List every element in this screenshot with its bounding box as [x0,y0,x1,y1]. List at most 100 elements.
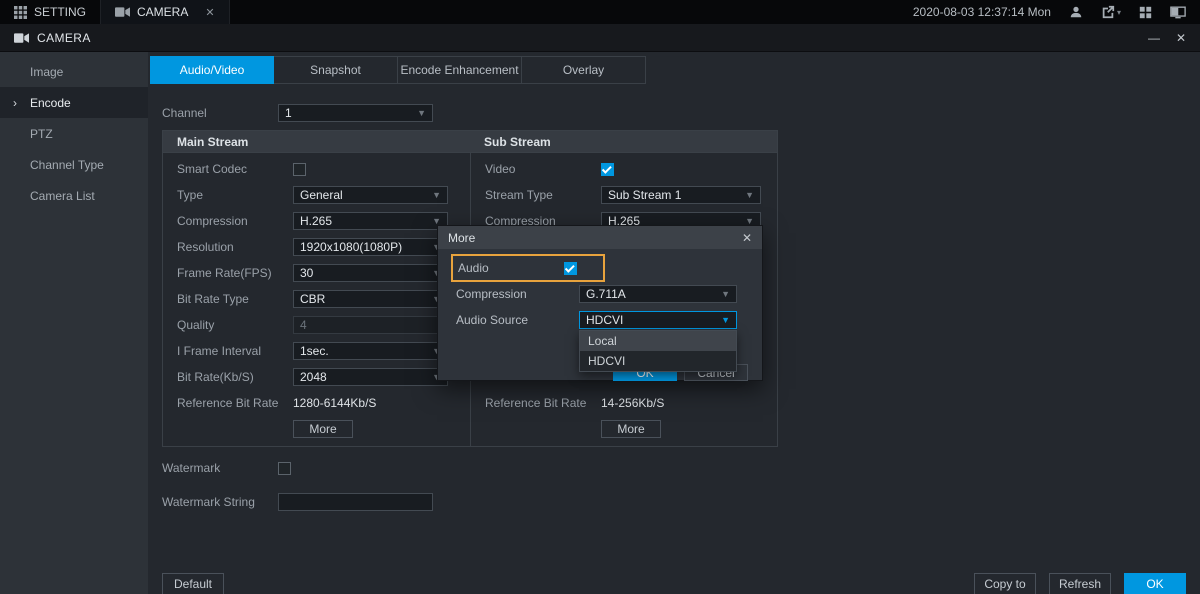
smart-codec-checkbox[interactable] [293,163,306,176]
type-value: General [300,188,432,202]
more-dialog-title-bar: More ✕ [438,226,762,249]
tab-audio-video[interactable]: Audio/Video [150,56,274,84]
resolution-label: Resolution [177,240,293,254]
resolution-value: 1920x1080(1080P) [300,240,432,254]
iframe-interval-value: 1sec. [300,344,432,358]
dialog-compression-select[interactable]: G.711A ▼ [579,285,737,303]
audio-source-select[interactable]: HDCVI ▼ [579,311,737,329]
sidebar-item-encode[interactable]: › Encode [0,87,148,118]
copy-to-button[interactable]: Copy to [974,573,1036,594]
stream-type-row: Stream Type Sub Stream 1 ▼ [471,182,777,208]
tab-overlay[interactable]: Overlay [522,56,646,84]
dialog-compression-row: Compression G.711A ▼ [456,285,737,303]
watermark-row: Watermark [162,455,1200,481]
sidebar-item-ptz[interactable]: PTZ [0,118,148,149]
type-select[interactable]: General ▼ [293,186,448,204]
type-row: Type General ▼ [163,182,470,208]
top-tab-camera[interactable]: CAMERA ✕ [101,0,230,24]
smart-codec-label: Smart Codec [177,162,293,176]
close-icon[interactable]: ✕ [742,231,752,245]
bit-rate-type-select[interactable]: CBR ▼ [293,290,448,308]
main-stream-header: Main Stream [163,131,470,152]
ok-button[interactable]: OK [1124,573,1186,594]
apps-grid-icon[interactable] [1139,6,1152,19]
minimize-icon[interactable]: — [1148,31,1160,45]
chevron-down-icon: ▼ [432,190,441,200]
watermark-string-input[interactable] [278,493,433,511]
sidebar-item-camera-list[interactable]: Camera List [0,180,148,211]
compression-label: Compression [177,214,293,228]
tab-encode-enhancement[interactable]: Encode Enhancement [398,56,522,84]
sub-reference-bit-rate-row: Reference Bit Rate 14-256Kb/S [471,390,777,416]
dropdown-option-hdcvi[interactable]: HDCVI [580,351,736,371]
compression-value: H.265 [300,214,432,228]
stream-type-label: Stream Type [485,188,601,202]
sub-stream-more-button[interactable]: More [601,420,661,438]
channel-value: 1 [285,106,417,120]
frame-rate-select[interactable]: 30 ▼ [293,264,448,282]
sidebar: Image › Encode PTZ Channel Type Camera L… [0,52,148,594]
tab-strip: Audio/Video Snapshot Encode Enhancement … [150,56,1200,84]
chevron-down-icon: ▾ [1117,8,1121,17]
video-label: Video [485,162,601,176]
bit-rate-select[interactable]: 2048 ▼ [293,368,448,386]
watermark-label: Watermark [162,461,278,475]
top-bar-right: 2020-08-03 12:37:14 Mon ▾ [913,0,1200,24]
bit-rate-label: Bit Rate(Kb/S) [177,370,293,384]
display-icon[interactable] [1170,6,1186,19]
top-tab-setting[interactable]: SETTING [0,0,101,24]
chevron-down-icon: ▼ [721,289,730,299]
smart-codec-row: Smart Codec [163,156,470,182]
compression-select[interactable]: H.265 ▼ [293,212,448,230]
watermark-checkbox[interactable] [278,462,291,475]
dialog-compression-label: Compression [456,287,579,301]
audio-source-dropdown-list: Local HDCVI [579,330,737,372]
sidebar-item-label: Camera List [30,189,95,203]
top-tab-setting-label: SETTING [34,5,86,19]
tab-snapshot[interactable]: Snapshot [274,56,398,84]
sub-more-row: More [471,416,777,442]
frame-rate-value: 30 [300,266,432,280]
iframe-interval-row: I Frame Interval 1sec. ▼ [163,338,470,364]
dropdown-option-local[interactable]: Local [580,331,736,351]
datetime: 2020-08-03 12:37:14 Mon [913,5,1051,19]
iframe-interval-select[interactable]: 1sec. ▼ [293,342,448,360]
quality-field: 4 [293,316,448,334]
stream-table-header: Main Stream Sub Stream [163,131,777,153]
quality-value: 4 [300,318,307,332]
export-icon[interactable]: ▾ [1101,5,1121,19]
window-title-bar: CAMERA — ✕ [0,24,1200,52]
resolution-row: Resolution 1920x1080(1080P) ▼ [163,234,470,260]
reference-bit-rate-row: Reference Bit Rate 1280-6144Kb/S [163,390,470,416]
stream-type-select[interactable]: Sub Stream 1 ▼ [601,186,761,204]
close-icon[interactable]: ✕ [1176,31,1186,45]
watermark-string-label: Watermark String [162,495,278,509]
top-tab-camera-label: CAMERA [137,5,188,19]
main-more-row: More [163,416,470,442]
sidebar-item-channel-type[interactable]: Channel Type [0,149,148,180]
sidebar-item-image[interactable]: Image [0,56,148,87]
more-dialog: More ✕ Audio Compression G.711A ▼ Audio … [437,225,763,381]
bit-rate-type-value: CBR [300,292,432,306]
chevron-down-icon: ▼ [745,190,754,200]
bit-rate-row: Bit Rate(Kb/S) 2048 ▼ [163,364,470,390]
video-checkbox[interactable] [601,163,614,176]
channel-row: Channel 1 ▼ [162,104,1200,122]
channel-select[interactable]: 1 ▼ [278,104,433,122]
user-icon[interactable] [1069,5,1083,19]
reference-bit-rate-value: 1280-6144Kb/S [293,396,376,410]
watermark-string-row: Watermark String [162,489,1200,515]
quality-row: Quality 4 [163,312,470,338]
quality-label: Quality [177,318,293,332]
audio-checkbox[interactable] [564,262,577,275]
more-dialog-title: More [448,231,475,245]
sidebar-item-label: Encode [30,96,71,110]
main-stream-more-button[interactable]: More [293,420,353,438]
default-button[interactable]: Default [162,573,224,594]
sub-reference-bit-rate-label: Reference Bit Rate [485,396,601,410]
refresh-button[interactable]: Refresh [1049,573,1111,594]
resolution-select[interactable]: 1920x1080(1080P) ▼ [293,238,448,256]
main-stream-column: Smart Codec Type General ▼ Compression [163,153,470,446]
audio-source-value: HDCVI [586,313,721,327]
close-icon[interactable]: ✕ [205,6,214,19]
